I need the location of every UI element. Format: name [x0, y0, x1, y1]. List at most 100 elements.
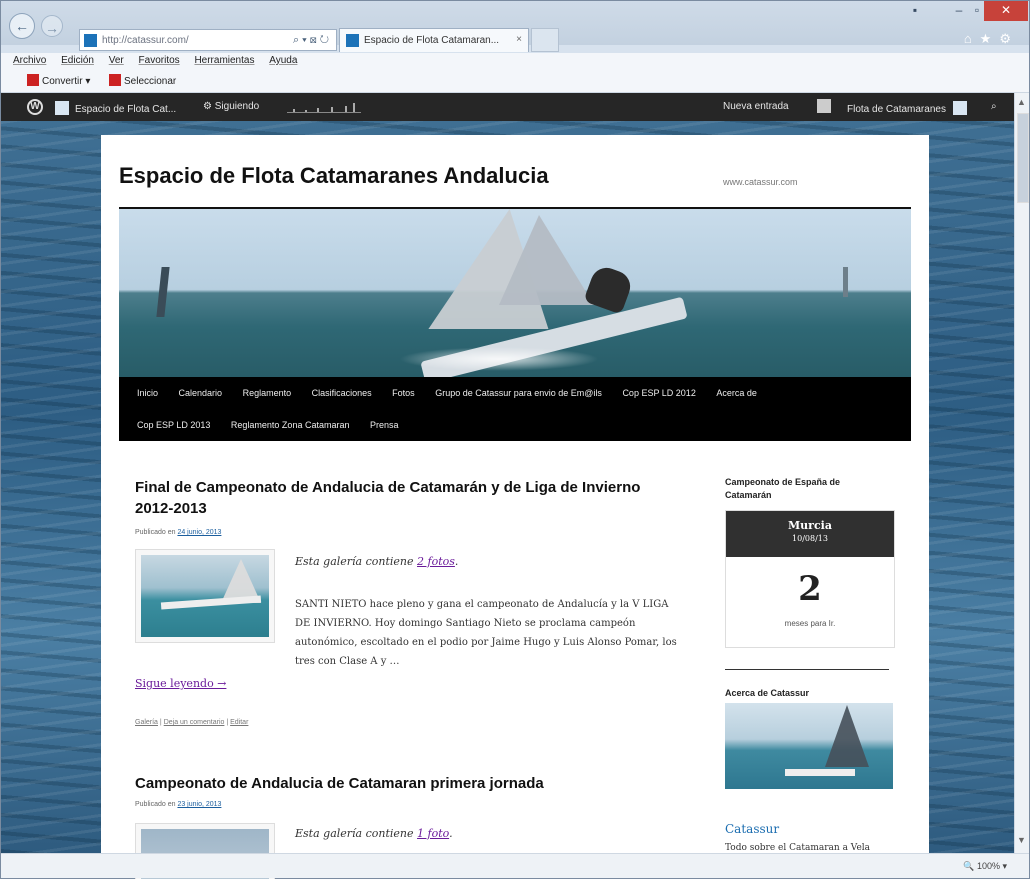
nav-item-cop-2013[interactable]: Cop ESP LD 2013 — [137, 420, 210, 430]
convert-label: Convertir — [42, 76, 83, 87]
distant-sail-2 — [843, 267, 848, 297]
address-tools-icon[interactable]: ⌕▾⊠↻ — [293, 34, 332, 47]
vertical-scrollbar[interactable]: ▲ ▼ — [1014, 93, 1029, 853]
pdf-convert-icon — [27, 74, 39, 86]
gallery-link[interactable]: 2 fotos — [417, 555, 455, 568]
sidebar-divider — [725, 669, 889, 670]
browser-window: ← → http://catassur.com/ ⌕▾⊠↻ Espacio de… — [0, 0, 1030, 879]
menu-archivo[interactable]: Archivo — [13, 55, 46, 66]
post-title[interactable]: Campeonato de Andalucia de Catamaran pri… — [135, 773, 675, 794]
stats-sparkline[interactable] — [287, 103, 361, 113]
new-tab-button[interactable] — [531, 28, 559, 52]
main-navigation: Inicio Calendario Reglamento Clasificaci… — [119, 377, 911, 441]
browser-tab[interactable]: Espacio de Flota Catamaran... × — [339, 28, 529, 52]
menu-ver[interactable]: Ver — [109, 55, 124, 66]
post-date-link[interactable]: 24 junio, 2013 — [177, 529, 221, 536]
select-button[interactable]: Seleccionar — [109, 74, 176, 87]
meta-edit-link[interactable]: Editar — [230, 719, 248, 726]
read-more-link[interactable]: Sigue leyendo → — [135, 677, 226, 690]
post-date: Publicado en 24 junio, 2013 — [135, 529, 221, 536]
spray-wave — [399, 347, 599, 371]
address-bar[interactable]: http://catassur.com/ ⌕▾⊠↻ — [79, 29, 337, 51]
convert-button[interactable]: Convertir ▾ — [27, 74, 90, 87]
nav-item-reglamento[interactable]: Reglamento — [243, 388, 292, 398]
admin-site-name: Espacio de Flota Cat... — [75, 104, 177, 115]
nav-item-cop-2012[interactable]: Cop ESP LD 2012 — [622, 388, 695, 398]
back-button[interactable]: ← — [9, 13, 35, 39]
nav-item-acerca[interactable]: Acerca de — [716, 388, 757, 398]
posted-label: Publicado en — [135, 801, 176, 808]
user-site-label: Flota de Catamaranes — [847, 104, 946, 115]
browser-titlebar: ← → http://catassur.com/ ⌕▾⊠↻ Espacio de… — [1, 1, 1029, 52]
post-excerpt: SANTI NIETO hace pleno y gana el campeon… — [295, 599, 677, 667]
tab-favicon-icon — [346, 34, 359, 47]
post-date-link[interactable]: 23 junio, 2013 — [177, 801, 221, 808]
user-site-link[interactable]: Flota de Catamaranes — [847, 101, 973, 115]
jib-sail — [499, 215, 594, 305]
admin-site-link[interactable]: Espacio de Flota Cat... — [55, 101, 176, 115]
gallery-note: Esta galería contiene 1 foto. — [295, 827, 453, 840]
following-label: Siguiendo — [214, 101, 260, 112]
nav-item-clasificaciones[interactable]: Clasificaciones — [312, 388, 372, 398]
zoom-control[interactable]: 🔍 100% ▾ — [963, 861, 1007, 872]
about-description: Todo sobre el Catamaran a Vela — [725, 843, 871, 853]
post-meta: Galería | Deja un comentario | Editar — [135, 719, 249, 726]
notifications-icon[interactable] — [817, 99, 831, 113]
scroll-up-icon[interactable]: ▲ — [1017, 97, 1026, 107]
about-link[interactable]: Catassur — [725, 822, 779, 836]
post-thumbnail[interactable] — [135, 549, 275, 643]
following-link[interactable]: ⚙ Siguiendo — [203, 101, 259, 112]
meta-comment-link[interactable]: Deja un comentario — [164, 719, 225, 726]
tab-title: Espacio de Flota Catamaran... — [364, 35, 500, 46]
nav-item-prensa[interactable]: Prensa — [370, 420, 399, 430]
about-image[interactable] — [725, 703, 893, 789]
blavatar-icon — [55, 101, 69, 115]
menu-favoritos[interactable]: Favoritos — [139, 55, 180, 66]
scrollbar-thumb[interactable] — [1017, 113, 1029, 203]
scroll-down-icon[interactable]: ▼ — [1017, 835, 1026, 845]
meta-gallery-link[interactable]: Galería — [135, 719, 158, 726]
nav-item-fotos[interactable]: Fotos — [392, 388, 415, 398]
forward-button[interactable]: → — [41, 15, 63, 37]
post-date: Publicado en 23 junio, 2013 — [135, 801, 221, 808]
countdown-place: Murcia — [788, 519, 832, 532]
command-bar: Convertir ▾ Seleccionar — [1, 69, 1029, 93]
wordpress-logo-icon[interactable]: W — [27, 99, 43, 115]
gallery-note: Esta galería contiene 2 fotos. — [295, 555, 459, 568]
select-label: Seleccionar — [124, 76, 177, 87]
tab-close-icon[interactable]: × — [516, 34, 522, 45]
pin-icon[interactable]: ▪ — [901, 1, 929, 21]
menu-herramientas[interactable]: Herramientas — [194, 55, 254, 66]
status-bar: 🔍 100% ▾ — [1, 853, 1029, 878]
countdown-label: meses para Ir. — [784, 619, 836, 628]
nav-item-calendario[interactable]: Calendario — [179, 388, 223, 398]
address-url: http://catassur.com/ — [102, 35, 189, 46]
menu-ayuda[interactable]: Ayuda — [269, 55, 297, 66]
countdown-date: 10/08/13 — [792, 534, 828, 543]
header-banner-image — [119, 209, 911, 377]
widget-title-about: Acerca de Catassur — [725, 688, 810, 698]
wp-admin-bar: W Espacio de Flota Cat... ⚙ Siguiendo Nu… — [1, 93, 1014, 121]
gallery-link[interactable]: 1 foto — [417, 827, 449, 840]
new-entry-link[interactable]: Nueva entrada — [723, 101, 789, 112]
post-title[interactable]: Final de Campeonato de Andalucia de Cata… — [135, 477, 675, 519]
search-icon[interactable]: ⌕ — [991, 101, 997, 112]
page-content: Espacio de Flota Catamaranes Andalucia w… — [101, 135, 929, 879]
nav-item-reglamento-zona[interactable]: Reglamento Zona Catamaran — [231, 420, 350, 430]
distant-sail — [156, 267, 170, 317]
nav-item-inicio[interactable]: Inicio — [137, 388, 158, 398]
widget-title-championship: Campeonato de España de Catamarán — [725, 477, 841, 500]
gallery-text: Esta galería contiene — [295, 827, 414, 840]
menu-bar: Archivo Edición Ver Favoritos Herramient… — [1, 53, 1029, 69]
toolbar-icons[interactable]: ⌂★⚙ — [964, 31, 1019, 47]
countdown-value: 2 — [798, 569, 822, 609]
select-icon — [109, 74, 121, 86]
posted-label: Publicado en — [135, 529, 176, 536]
site-title[interactable]: Espacio de Flota Catamaranes Andalucia — [119, 163, 549, 189]
nav-item-grupo[interactable]: Grupo de Catassur para envio de Em@ils — [435, 388, 602, 398]
site-description: www.catassur.com — [723, 177, 798, 187]
menu-edicion[interactable]: Edición — [61, 55, 94, 66]
countdown-widget: Murcia 10/08/13 2 meses para Ir. — [725, 510, 895, 648]
close-window-button[interactable]: ✕ — [984, 1, 1028, 21]
user-avatar-icon — [952, 101, 967, 115]
